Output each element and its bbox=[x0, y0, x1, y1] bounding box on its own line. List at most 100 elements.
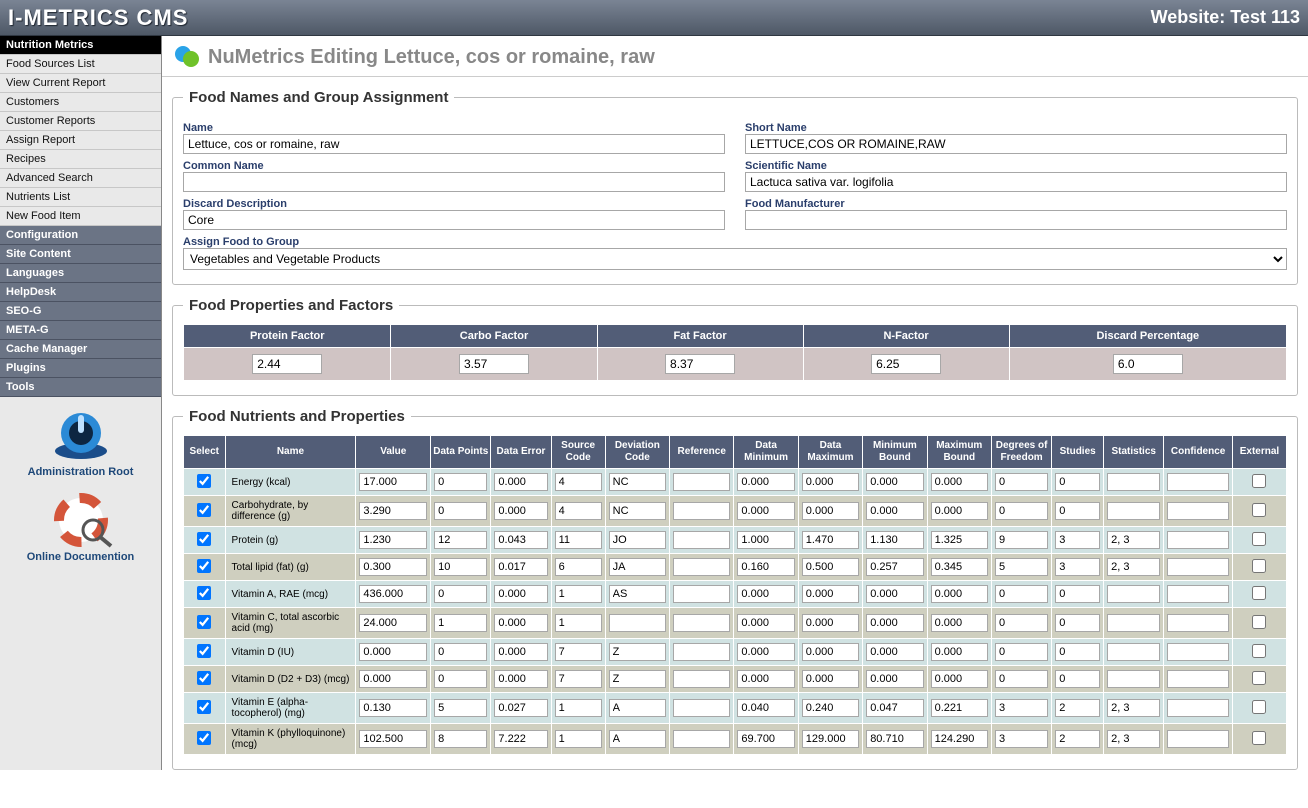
cell-minb[interactable] bbox=[866, 730, 923, 748]
cell-minb[interactable] bbox=[866, 614, 923, 632]
cell-value[interactable] bbox=[359, 558, 427, 576]
cell-dof[interactable] bbox=[995, 531, 1048, 549]
cell-de[interactable] bbox=[494, 643, 547, 661]
cell-dp[interactable] bbox=[434, 699, 487, 717]
cell-ref[interactable] bbox=[673, 473, 730, 491]
cell-dp[interactable] bbox=[434, 614, 487, 632]
cell-de[interactable] bbox=[494, 585, 547, 603]
cell-de[interactable] bbox=[494, 699, 547, 717]
discard-desc-input[interactable] bbox=[183, 210, 725, 230]
sidebar-item-site-content[interactable]: Site Content bbox=[0, 245, 161, 264]
cell-dc[interactable] bbox=[609, 473, 666, 491]
cell-dmin[interactable] bbox=[737, 585, 794, 603]
cell-conf[interactable] bbox=[1167, 502, 1229, 520]
cell-maxb[interactable] bbox=[931, 730, 988, 748]
sidebar-item-food-sources-list[interactable]: Food Sources List bbox=[0, 55, 161, 74]
cell-dof[interactable] bbox=[995, 730, 1048, 748]
cell-dc[interactable] bbox=[609, 699, 666, 717]
sidebar-item-helpdesk[interactable]: HelpDesk bbox=[0, 283, 161, 302]
select-checkbox[interactable] bbox=[197, 731, 211, 745]
sidebar-item-nutrition-metrics[interactable]: Nutrition Metrics bbox=[0, 36, 161, 55]
cell-maxb[interactable] bbox=[931, 531, 988, 549]
cell-dmax[interactable] bbox=[802, 614, 859, 632]
cell-dc[interactable] bbox=[609, 502, 666, 520]
cell-st[interactable] bbox=[1055, 643, 1100, 661]
cell-dc[interactable] bbox=[609, 585, 666, 603]
cell-minb[interactable] bbox=[866, 531, 923, 549]
cell-minb[interactable] bbox=[866, 670, 923, 688]
external-checkbox[interactable] bbox=[1252, 644, 1266, 658]
sidebar-item-languages[interactable]: Languages bbox=[0, 264, 161, 283]
sidebar-item-advanced-search[interactable]: Advanced Search bbox=[0, 169, 161, 188]
cell-de[interactable] bbox=[494, 531, 547, 549]
cell-value[interactable] bbox=[359, 670, 427, 688]
external-checkbox[interactable] bbox=[1252, 559, 1266, 573]
sidebar-item-configuration[interactable]: Configuration bbox=[0, 226, 161, 245]
cell-stat[interactable] bbox=[1107, 699, 1160, 717]
cell-de[interactable] bbox=[494, 558, 547, 576]
cell-stat[interactable] bbox=[1107, 502, 1160, 520]
external-checkbox[interactable] bbox=[1252, 700, 1266, 714]
cell-stat[interactable] bbox=[1107, 531, 1160, 549]
select-checkbox[interactable] bbox=[197, 559, 211, 573]
sidebar-item-view-current-report[interactable]: View Current Report bbox=[0, 74, 161, 93]
cell-dmax[interactable] bbox=[802, 502, 859, 520]
cell-dp[interactable] bbox=[434, 643, 487, 661]
cell-minb[interactable] bbox=[866, 558, 923, 576]
sidebar-item-seo-g[interactable]: SEO-G bbox=[0, 302, 161, 321]
cell-ref[interactable] bbox=[673, 531, 730, 549]
manufacturer-input[interactable] bbox=[745, 210, 1287, 230]
cell-dmin[interactable] bbox=[737, 699, 794, 717]
cell-stat[interactable] bbox=[1107, 585, 1160, 603]
cell-ref[interactable] bbox=[673, 699, 730, 717]
admin-root-block[interactable]: Administration Root bbox=[0, 397, 161, 482]
cell-value[interactable] bbox=[359, 502, 427, 520]
cell-dof[interactable] bbox=[995, 558, 1048, 576]
cell-maxb[interactable] bbox=[931, 614, 988, 632]
cell-st[interactable] bbox=[1055, 558, 1100, 576]
cell-sc[interactable] bbox=[555, 473, 602, 491]
factor-input-1[interactable] bbox=[459, 354, 529, 374]
cell-dc[interactable] bbox=[609, 670, 666, 688]
external-checkbox[interactable] bbox=[1252, 532, 1266, 546]
sidebar-item-tools[interactable]: Tools bbox=[0, 378, 161, 397]
cell-st[interactable] bbox=[1055, 670, 1100, 688]
cell-dmax[interactable] bbox=[802, 730, 859, 748]
cell-dof[interactable] bbox=[995, 643, 1048, 661]
cell-dof[interactable] bbox=[995, 670, 1048, 688]
select-checkbox[interactable] bbox=[197, 474, 211, 488]
cell-dof[interactable] bbox=[995, 502, 1048, 520]
cell-st[interactable] bbox=[1055, 614, 1100, 632]
cell-dmin[interactable] bbox=[737, 531, 794, 549]
cell-maxb[interactable] bbox=[931, 643, 988, 661]
cell-stat[interactable] bbox=[1107, 730, 1160, 748]
external-checkbox[interactable] bbox=[1252, 474, 1266, 488]
external-checkbox[interactable] bbox=[1252, 503, 1266, 517]
cell-minb[interactable] bbox=[866, 585, 923, 603]
cell-value[interactable] bbox=[359, 730, 427, 748]
cell-sc[interactable] bbox=[555, 531, 602, 549]
cell-dmin[interactable] bbox=[737, 502, 794, 520]
sidebar-item-meta-g[interactable]: META-G bbox=[0, 321, 161, 340]
factor-input-0[interactable] bbox=[252, 354, 322, 374]
cell-maxb[interactable] bbox=[931, 699, 988, 717]
select-checkbox[interactable] bbox=[197, 586, 211, 600]
cell-conf[interactable] bbox=[1167, 643, 1229, 661]
cell-maxb[interactable] bbox=[931, 670, 988, 688]
cell-dc[interactable] bbox=[609, 730, 666, 748]
cell-dmin[interactable] bbox=[737, 614, 794, 632]
cell-conf[interactable] bbox=[1167, 730, 1229, 748]
cell-maxb[interactable] bbox=[931, 473, 988, 491]
select-checkbox[interactable] bbox=[197, 615, 211, 629]
sidebar-item-new-food-item[interactable]: New Food Item bbox=[0, 207, 161, 226]
cell-sc[interactable] bbox=[555, 730, 602, 748]
cell-dmax[interactable] bbox=[802, 699, 859, 717]
cell-stat[interactable] bbox=[1107, 643, 1160, 661]
short-name-input[interactable] bbox=[745, 134, 1287, 154]
cell-sc[interactable] bbox=[555, 670, 602, 688]
cell-stat[interactable] bbox=[1107, 473, 1160, 491]
cell-minb[interactable] bbox=[866, 502, 923, 520]
sidebar-item-nutrients-list[interactable]: Nutrients List bbox=[0, 188, 161, 207]
cell-dp[interactable] bbox=[434, 670, 487, 688]
cell-value[interactable] bbox=[359, 699, 427, 717]
